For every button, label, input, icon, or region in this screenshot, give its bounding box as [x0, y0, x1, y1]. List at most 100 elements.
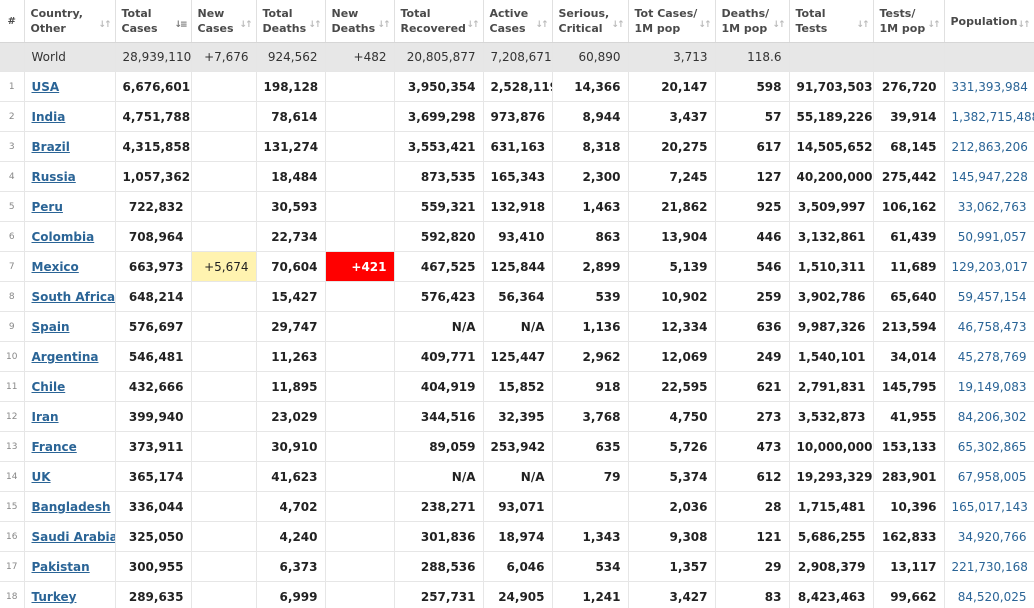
column-header-active-cases[interactable]: Active Cases ↓↑: [483, 0, 553, 43]
cell-total-cases: 722,832: [115, 191, 192, 222]
cell-new-cases: [191, 371, 257, 402]
population-link[interactable]: 67,958,005: [958, 470, 1027, 484]
sort-arrows-icon[interactable]: ↓↑: [308, 18, 321, 33]
cell-new-cases: [191, 581, 257, 608]
column-header-deaths-per-m[interactable]: Deaths/1M pop ↓↑: [715, 0, 790, 43]
sort-arrows-icon[interactable]: ↓↑: [1017, 18, 1030, 33]
country-link[interactable]: Chile: [32, 380, 66, 394]
row-index: 18: [0, 581, 25, 608]
cell-total-cases: 546,481: [115, 341, 192, 372]
sort-arrows-icon[interactable]: ↓≡: [174, 18, 187, 33]
cell-population: 84,520,025: [944, 581, 1034, 608]
cell-new-deaths: [325, 461, 395, 492]
column-header-label-line1: Country,: [30, 7, 83, 20]
country-link[interactable]: Peru: [32, 200, 63, 214]
column-header-total-recovered[interactable]: Total Recovered ↓↑: [394, 0, 484, 43]
population-link[interactable]: 50,991,057: [958, 230, 1027, 244]
column-header-tests-per-m[interactable]: Tests/1M pop ↓↑: [873, 0, 945, 43]
cell-cases-per-m: 13,904: [628, 221, 716, 252]
sort-arrows-icon[interactable]: ↓↑: [535, 18, 548, 33]
population-link[interactable]: 65,302,865: [958, 440, 1027, 454]
country-cell: South Africa: [24, 281, 116, 312]
cell-total-recovered: 288,536: [394, 551, 484, 582]
cell-total-tests: 14,505,652: [789, 131, 874, 162]
population-link[interactable]: 1,382,715,488: [952, 110, 1034, 124]
sort-arrows-icon[interactable]: ↓↑: [698, 18, 711, 33]
column-header-country[interactable]: Country, Other ↓↑: [24, 0, 116, 43]
table-row: 3 Brazil 4,315,858 131,274 3,553,421 631,163 8…: [0, 131, 1034, 162]
country-link[interactable]: Turkey: [32, 590, 77, 604]
sort-arrows-icon[interactable]: ↓↑: [927, 18, 940, 33]
cell-new-cases: [191, 491, 257, 522]
column-header-new-cases[interactable]: New Cases ↓↑: [191, 0, 257, 43]
sort-arrows-icon[interactable]: ↓↑: [239, 18, 252, 33]
cell-tests-per-m: 61,439: [873, 221, 945, 252]
country-link[interactable]: South Africa: [32, 290, 115, 304]
sort-arrows-icon[interactable]: ↓↑: [377, 18, 390, 33]
sort-arrows-icon[interactable]: ↓↑: [98, 18, 111, 33]
country-link[interactable]: India: [32, 110, 66, 124]
country-link[interactable]: Russia: [32, 170, 76, 184]
population-link[interactable]: 165,017,143: [952, 500, 1028, 514]
cell-deaths-per-m: 621: [715, 371, 790, 402]
cell-population: [944, 42, 1034, 72]
cell-new-cases: [191, 431, 257, 462]
country-link[interactable]: Colombia: [32, 230, 95, 244]
column-header-total-cases[interactable]: Total Cases ↓≡: [115, 0, 192, 43]
population-link[interactable]: 33,062,763: [958, 200, 1027, 214]
column-header-cases-per-m[interactable]: Tot Cases/1M pop ↓↑: [628, 0, 716, 43]
column-header-label: #: [7, 15, 16, 27]
country-link[interactable]: UK: [32, 470, 51, 484]
population-link[interactable]: 84,520,025: [958, 590, 1027, 604]
sort-arrows-icon[interactable]: ↓↑: [772, 18, 785, 33]
country-link[interactable]: Bangladesh: [32, 500, 111, 514]
sort-arrows-icon[interactable]: ↓↑: [611, 18, 624, 33]
column-header-serious[interactable]: Serious, Critical ↓↑: [552, 0, 629, 43]
country-link[interactable]: France: [32, 440, 77, 454]
cell-active-cases: 973,876: [483, 101, 553, 132]
column-header-total-tests[interactable]: Total Tests ↓↑: [789, 0, 874, 43]
cell-total-deaths: 6,999: [256, 581, 326, 608]
cell-serious: 8,944: [552, 101, 629, 132]
country-link[interactable]: USA: [32, 80, 60, 94]
population-link[interactable]: 46,758,473: [958, 320, 1027, 334]
column-header-new-deaths[interactable]: New Deaths ↓↑: [325, 0, 395, 43]
cell-new-cases: [191, 341, 257, 372]
cell-population: 1,382,715,488: [944, 101, 1034, 132]
country-link[interactable]: Spain: [32, 320, 70, 334]
population-link[interactable]: 221,730,168: [952, 560, 1028, 574]
country-link[interactable]: Saudi Arabia: [32, 530, 115, 544]
cell-total-recovered: 576,423: [394, 281, 484, 312]
cell-total-deaths: 30,593: [256, 191, 326, 222]
column-header-population[interactable]: Population ↓↑: [944, 0, 1034, 43]
country-link[interactable]: Mexico: [32, 260, 79, 274]
population-link[interactable]: 45,278,769: [958, 350, 1027, 364]
cell-new-deaths: [325, 431, 395, 462]
cell-population: 221,730,168: [944, 551, 1034, 582]
population-link[interactable]: 84,206,302: [958, 410, 1027, 424]
population-link[interactable]: 59,457,154: [958, 290, 1027, 304]
population-link[interactable]: 145,947,228: [952, 170, 1028, 184]
population-link[interactable]: 34,920,766: [958, 530, 1027, 544]
population-link[interactable]: 212,863,206: [952, 140, 1028, 154]
country-link[interactable]: Pakistan: [32, 560, 90, 574]
country-link[interactable]: Brazil: [32, 140, 70, 154]
country-link[interactable]: Argentina: [32, 350, 99, 364]
population-link[interactable]: 129,203,017: [952, 260, 1028, 274]
country-cell: Chile: [24, 371, 116, 402]
column-header-num[interactable]: #: [0, 0, 25, 43]
table-row: 12 Iran 399,940 23,029 344,516 32,395 3,768 4,7…: [0, 401, 1034, 432]
sort-arrows-icon[interactable]: ↓↑: [856, 18, 869, 33]
column-header-total-deaths[interactable]: Total Deaths ↓↑: [256, 0, 326, 43]
row-index: 4: [0, 161, 25, 192]
cell-total-recovered: 301,836: [394, 521, 484, 552]
table-row: 7 Mexico 663,973 +5,674 70,604 +421 467,525 125…: [0, 251, 1034, 282]
cell-total-tests: 2,791,831: [789, 371, 874, 402]
population-link[interactable]: 331,393,984: [952, 80, 1028, 94]
sort-arrows-icon[interactable]: ↓↑: [466, 18, 479, 33]
cell-total-recovered: 238,271: [394, 491, 484, 522]
population-link[interactable]: 19,149,083: [958, 380, 1027, 394]
cell-new-deaths: [325, 101, 395, 132]
cell-population: 67,958,005: [944, 461, 1034, 492]
country-link[interactable]: Iran: [32, 410, 59, 424]
